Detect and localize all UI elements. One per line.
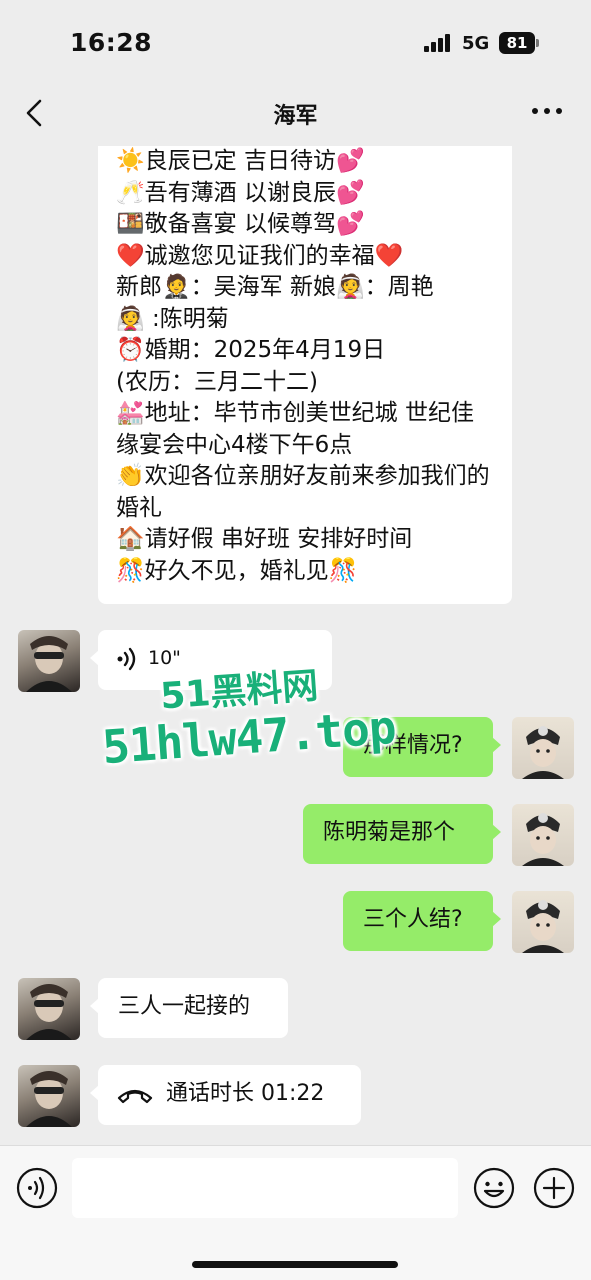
- invite-line: 🎊好久不见，婚礼见🎊: [116, 557, 358, 584]
- invite-line: 💒地址：毕节市创美世纪城 世纪佳缘宴会中心4楼下午6点: [116, 400, 474, 458]
- invite-line: (农历：三月二十二): [116, 368, 318, 395]
- chat-title: 海军: [273, 104, 318, 129]
- invite-line: 🥂吾有薄酒 以谢良辰💕: [116, 179, 365, 206]
- user-avatar[interactable]: [512, 717, 574, 779]
- user-avatar[interactable]: [512, 891, 574, 953]
- voice-wave-icon: [117, 647, 136, 671]
- more-dots-icon[interactable]: [530, 108, 566, 118]
- invite-line: ☀️良辰已定 吉日待访💕: [116, 148, 365, 174]
- nav-bar: 海军: [0, 84, 591, 146]
- contact-avatar[interactable]: [18, 630, 80, 692]
- call-duration-text: 通话时长 01:22: [166, 1081, 325, 1106]
- message-text: 三人一起接的: [118, 994, 251, 1019]
- chat-area[interactable]: ☀️良辰已定 吉日待访💕 🥂吾有薄酒 以谢良辰💕 🍱敬备喜宴 以候尊驾💕 ❤️诚…: [0, 146, 591, 1145]
- contact-avatar[interactable]: [18, 978, 80, 1040]
- emoji-icon[interactable]: [473, 1167, 515, 1209]
- sent-message[interactable]: 陈明菊是那个: [303, 804, 501, 864]
- message-text: 三个人结?: [363, 907, 463, 932]
- invite-line: 🏠请好假 串好班 安排好时间: [116, 526, 413, 552]
- status-bar: 16:28 5G 81: [0, 0, 591, 90]
- invite-line: ⏰婚期：2025年4月19日: [116, 337, 386, 363]
- phone-hangup-icon: [117, 1089, 153, 1104]
- received-message[interactable]: 三人一起接的: [90, 978, 288, 1038]
- message-input[interactable]: [72, 1158, 458, 1218]
- contact-avatar[interactable]: [18, 1065, 80, 1127]
- network-type: 5G: [462, 33, 490, 54]
- home-indicator[interactable]: [192, 1261, 398, 1268]
- battery-icon: 81: [499, 32, 539, 54]
- battery-level: 81: [499, 32, 535, 54]
- invite-line: 👰 :陈明菊: [116, 305, 229, 332]
- invite-line: 👏欢迎各位亲朋好友前来参加我们的婚礼: [116, 463, 490, 521]
- invite-line: 🍱敬备喜宴 以候尊驾💕: [116, 211, 365, 237]
- voice-input-icon[interactable]: [16, 1167, 58, 1209]
- signal-icon: [424, 34, 454, 52]
- invitation-message[interactable]: ☀️良辰已定 吉日待访💕 🥂吾有薄酒 以谢良辰💕 🍱敬备喜宴 以候尊驾💕 ❤️诚…: [98, 146, 512, 604]
- status-time: 16:28: [70, 28, 153, 57]
- call-record-message[interactable]: 通话时长 01:22: [90, 1065, 361, 1125]
- invite-line: ❤️诚邀您见证我们的幸福❤️: [116, 242, 404, 269]
- sent-message[interactable]: 三个人结?: [343, 891, 501, 951]
- input-bar: [0, 1145, 591, 1280]
- user-avatar[interactable]: [512, 804, 574, 866]
- message-text: 陈明菊是那个: [323, 820, 456, 845]
- invite-line: 新郎🤵：吴海军 新娘👰：周艳: [116, 274, 434, 300]
- plus-circle-icon[interactable]: [533, 1167, 575, 1209]
